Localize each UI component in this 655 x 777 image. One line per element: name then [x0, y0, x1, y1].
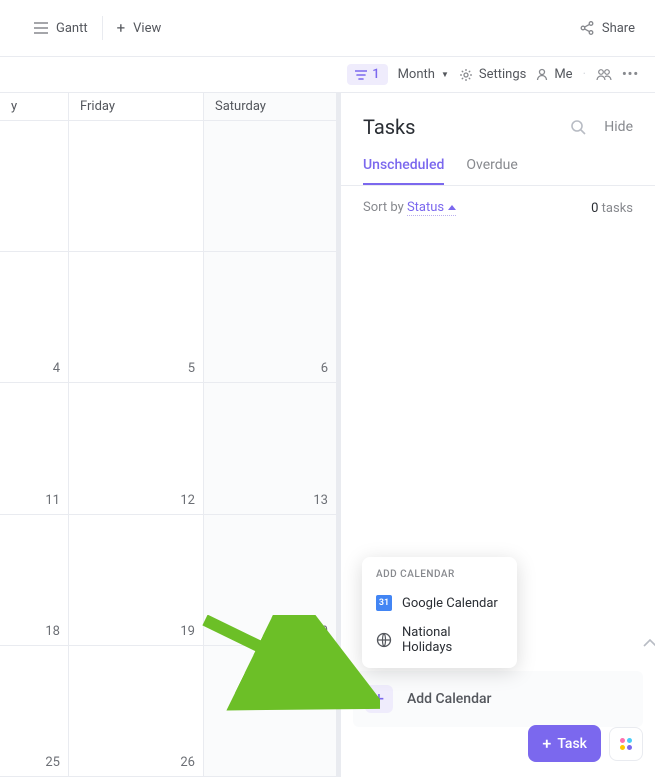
calendar-row: 18 19 20	[0, 515, 337, 646]
settings-button[interactable]: Settings	[459, 67, 526, 82]
calendar-cell[interactable]: 25	[0, 646, 69, 776]
chevron-up-icon[interactable]	[643, 639, 655, 647]
sort-by[interactable]: Sort by Status	[363, 200, 456, 216]
calendar-cell[interactable]	[204, 121, 337, 251]
calendar-cell[interactable]: 5	[69, 252, 204, 382]
fab-task-label: Task	[557, 736, 587, 752]
apps-button[interactable]	[609, 727, 643, 761]
topbar-left: Gantt + View	[20, 12, 175, 44]
new-task-button[interactable]: + Task	[528, 725, 601, 762]
gear-icon	[459, 68, 473, 82]
tasks-header: Tasks Hide	[341, 93, 655, 139]
calendar-row: 25 26	[0, 646, 337, 777]
calendar-cell[interactable]: 12	[69, 383, 204, 513]
sort-row: Sort by Status 0 tasks	[341, 186, 655, 216]
tab-unscheduled[interactable]: Unscheduled	[363, 157, 444, 185]
calendar-cell[interactable]: 11	[0, 383, 69, 513]
hide-button[interactable]: Hide	[604, 119, 633, 135]
tasks-header-actions: Hide	[570, 119, 633, 135]
people-icon	[596, 68, 612, 81]
ellipsis-icon: •••	[622, 67, 639, 82]
me-label: Me	[554, 67, 572, 82]
calendar-cell[interactable]: 26	[69, 646, 204, 776]
view-label: View	[133, 21, 161, 36]
calendar-cell[interactable]: 6	[204, 252, 337, 382]
chevron-down-icon: ▼	[441, 70, 449, 79]
calendar-cell[interactable]: 20	[204, 515, 337, 645]
sort-by-label: Sort by	[363, 200, 404, 215]
google-calendar-icon: 31	[376, 595, 392, 611]
search-icon[interactable]	[570, 119, 586, 135]
toolbar: 1 Month ▼ Settings Me · •••	[0, 57, 655, 93]
day-header: y	[0, 93, 69, 120]
popup-item-label: National Holidays	[402, 625, 503, 655]
me-button[interactable]: Me	[536, 67, 572, 82]
plus-icon: +	[542, 734, 551, 753]
apps-icon	[620, 738, 632, 750]
calendar-cell[interactable]	[0, 121, 69, 251]
popup-title: ADD CALENDAR	[362, 569, 517, 588]
popup-item-google[interactable]: 31 Google Calendar	[362, 588, 517, 618]
separator: ·	[583, 67, 586, 82]
globe-icon	[376, 632, 392, 648]
plus-icon: +	[365, 685, 393, 713]
popup-item-holidays[interactable]: National Holidays	[362, 618, 517, 662]
add-calendar-popup: ADD CALENDAR 31 Google Calendar National…	[362, 557, 517, 668]
tasks-panel: Tasks Hide Unscheduled Overdue Sort by S…	[338, 93, 655, 777]
filter-icon	[355, 70, 367, 80]
add-calendar-label: Add Calendar	[407, 691, 491, 707]
calendar-cell[interactable]: 18	[0, 515, 69, 645]
plus-icon: +	[117, 19, 126, 37]
tasks-tabs: Unscheduled Overdue	[341, 139, 655, 186]
calendar-cell[interactable]	[204, 646, 337, 776]
share-button[interactable]: Share	[580, 21, 635, 36]
tab-overdue[interactable]: Overdue	[466, 157, 517, 185]
fab-row: + Task	[528, 725, 643, 762]
calendar-cell[interactable]: 4	[0, 252, 69, 382]
period-selector[interactable]: Month ▼	[398, 67, 449, 82]
more-menu[interactable]: •••	[622, 67, 639, 82]
add-view-button[interactable]: + View	[103, 12, 176, 44]
filter-count: 1	[372, 67, 379, 82]
content: y Friday Saturday 4 5 6 11 12 13 18 19	[0, 93, 655, 777]
calendar-row	[0, 121, 337, 252]
settings-label: Settings	[479, 67, 526, 82]
person-icon	[536, 68, 548, 81]
day-header: Saturday	[204, 93, 337, 120]
sort-field[interactable]: Status	[407, 200, 456, 216]
calendar-grid: y Friday Saturday 4 5 6 11 12 13 18 19	[0, 93, 338, 777]
tasks-title: Tasks	[363, 115, 416, 139]
day-header: Friday	[69, 93, 204, 120]
popup-item-label: Google Calendar	[402, 596, 498, 611]
assignees-button[interactable]	[596, 68, 612, 81]
list-icon	[34, 22, 48, 34]
calendar-cell[interactable]	[69, 121, 204, 251]
calendar-header-row: y Friday Saturday	[0, 93, 337, 121]
add-calendar-button[interactable]: + Add Calendar	[353, 671, 643, 727]
task-count: 0 tasks	[591, 201, 633, 216]
calendar-cell[interactable]: 13	[204, 383, 337, 513]
filter-button[interactable]: 1	[347, 64, 387, 85]
gantt-view-button[interactable]: Gantt	[20, 12, 102, 44]
gantt-label: Gantt	[56, 21, 88, 36]
calendar-cell[interactable]: 19	[69, 515, 204, 645]
share-icon	[580, 21, 594, 35]
calendar-row: 11 12 13	[0, 383, 337, 514]
calendar-rows: 4 5 6 11 12 13 18 19 20 25 26	[0, 121, 337, 777]
sort-asc-icon	[448, 205, 456, 210]
top-bar: Gantt + View Share	[0, 0, 655, 57]
calendar-row: 4 5 6	[0, 252, 337, 383]
period-label: Month	[398, 67, 435, 82]
share-label: Share	[602, 21, 635, 36]
